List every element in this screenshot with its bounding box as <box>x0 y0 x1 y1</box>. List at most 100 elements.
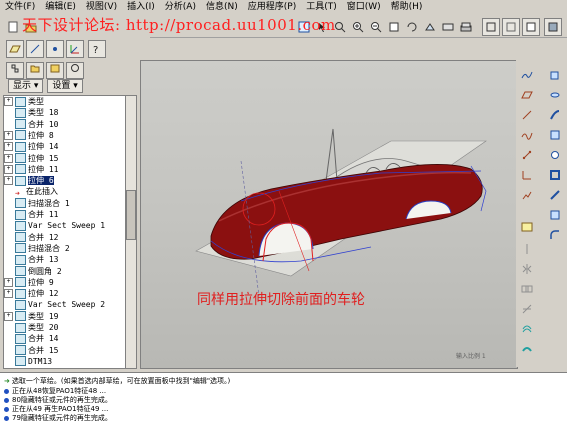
shell-icon[interactable] <box>546 166 564 184</box>
tab-history[interactable] <box>66 62 84 79</box>
blend-icon[interactable] <box>546 126 564 144</box>
zoom-in-icon[interactable] <box>349 18 367 36</box>
expand-toggle-icon[interactable]: + <box>4 311 13 321</box>
expand-toggle-icon[interactable]: + <box>4 130 13 140</box>
new-file-icon[interactable] <box>4 18 22 36</box>
feature-icon <box>15 299 26 310</box>
layers-icon[interactable] <box>457 18 475 36</box>
csys-tool-icon[interactable] <box>518 166 536 184</box>
no-hidden-icon[interactable] <box>522 18 540 36</box>
tree-item[interactable]: ➜ 在此插入 <box>4 186 124 198</box>
expand-toggle-icon[interactable]: + <box>4 153 13 163</box>
sweep-icon[interactable] <box>546 106 564 124</box>
tree-item-label: 合并 11 <box>28 210 59 219</box>
wireframe-icon[interactable] <box>482 18 500 36</box>
menu-applications[interactable]: 应用程序(P) <box>243 0 301 15</box>
tree-item[interactable]: 合并 11 <box>4 209 124 221</box>
tree-item-label: 合并 15 <box>28 345 59 355</box>
tab-folder-browser[interactable] <box>26 62 44 79</box>
datum-plane-icon[interactable] <box>6 40 24 58</box>
refit-icon[interactable] <box>403 18 421 36</box>
expand-toggle-icon[interactable]: + <box>4 142 13 152</box>
tree-item[interactable]: + 类型 <box>4 96 124 108</box>
menu-info[interactable]: 信息(N) <box>201 0 243 15</box>
axis-tool-icon[interactable] <box>518 106 536 124</box>
extrude-icon[interactable] <box>546 66 564 84</box>
tree-item[interactable]: Var Sect Sweep 2 <box>4 299 124 311</box>
hole-icon[interactable] <box>546 146 564 164</box>
point-tool-icon[interactable] <box>518 146 536 164</box>
divider-line-icon <box>518 240 536 258</box>
trim-icon[interactable] <box>518 300 536 318</box>
tree-item-label: 拉伸 14 <box>28 142 59 152</box>
tree-item[interactable]: + 拉伸 15 <box>4 153 124 165</box>
shading-icon[interactable] <box>544 18 562 36</box>
draft-icon[interactable] <box>546 206 564 224</box>
tree-item[interactable]: + 拉伸 9 <box>4 277 124 289</box>
expand-toggle-icon[interactable]: + <box>4 164 13 174</box>
thicken-icon[interactable] <box>518 340 536 358</box>
insert-here-arrow-icon: ➜ <box>15 188 20 198</box>
offset-icon[interactable] <box>518 320 536 338</box>
tree-item[interactable]: + 拉伸 12 <box>4 288 124 300</box>
analysis-tool-icon[interactable] <box>518 186 536 204</box>
merge-icon[interactable] <box>518 280 536 298</box>
menu-file[interactable]: 文件(F) <box>0 0 40 15</box>
tree-item[interactable]: + 拉伸 14 <box>4 141 124 153</box>
tree-item[interactable]: + 类型 19 <box>4 311 124 323</box>
datum-point-icon[interactable] <box>46 40 64 58</box>
menu-edit[interactable]: 编辑(E) <box>40 0 81 15</box>
tab-favorites[interactable] <box>46 62 64 79</box>
settings-dropdown[interactable]: 设置 ▾ <box>47 79 83 93</box>
rib-icon[interactable] <box>546 186 564 204</box>
menu-bar: 文件(F) 编辑(E) 视图(V) 插入(I) 分析(A) 信息(N) 应用程序… <box>0 0 567 15</box>
scrollbar-thumb[interactable] <box>126 190 136 240</box>
tree-item[interactable]: 扫描混合 1 <box>4 198 124 210</box>
sketch-tool-icon[interactable] <box>518 66 536 84</box>
tree-item[interactable]: Var Sect Sweep 1 <box>4 220 124 232</box>
menu-insert[interactable]: 插入(I) <box>122 0 160 15</box>
menu-window[interactable]: 窗口(W) <box>342 0 386 15</box>
tab-model-tree[interactable] <box>6 62 24 79</box>
tree-item[interactable]: 扫描混合 2 <box>4 243 124 255</box>
tree-item[interactable]: + 拉伸 11 <box>4 164 124 176</box>
graphics-window[interactable]: 同样用拉伸切除前面的车轮 输入比例 1 <box>140 60 518 369</box>
expand-toggle-icon[interactable]: + <box>4 289 13 299</box>
display-dropdown[interactable]: 显示 ▾ <box>8 79 44 93</box>
tree-item[interactable]: 合并 12 <box>4 232 124 244</box>
expand-toggle-icon[interactable]: + <box>4 176 13 186</box>
expand-toggle-icon[interactable]: + <box>4 277 13 287</box>
tree-item[interactable]: 合并 14 <box>4 333 124 345</box>
curve-tool-icon[interactable] <box>518 126 536 144</box>
menu-analysis[interactable]: 分析(A) <box>160 0 201 15</box>
feature-icon <box>15 141 26 152</box>
tree-item[interactable]: 合并 10 <box>4 119 124 131</box>
tree-item[interactable]: + 拉伸 8 <box>4 130 124 142</box>
zoom-out-icon[interactable] <box>367 18 385 36</box>
note-tool-icon[interactable] <box>518 218 536 236</box>
round-icon[interactable] <box>546 226 564 244</box>
expand-toggle-icon[interactable]: + <box>4 97 13 106</box>
tree-item[interactable]: 类型 18 <box>4 107 124 119</box>
saved-views-icon[interactable] <box>439 18 457 36</box>
orient-icon[interactable] <box>421 18 439 36</box>
tree-item[interactable]: DTM13 <box>4 356 124 368</box>
plane-tool-icon[interactable] <box>518 86 536 104</box>
feature-icon <box>15 254 26 265</box>
hidden-line-icon[interactable] <box>502 18 520 36</box>
menu-tools[interactable]: 工具(T) <box>301 0 342 15</box>
coordinate-system-icon[interactable] <box>66 40 84 58</box>
tree-item[interactable]: 合并 13 <box>4 254 124 266</box>
menu-help[interactable]: 帮助(H) <box>386 0 428 15</box>
mirror-icon[interactable] <box>518 260 536 278</box>
tree-item[interactable]: 倒圆角 2 <box>4 266 124 278</box>
tree-item[interactable]: 类型 20 <box>4 322 124 334</box>
revolve-icon[interactable] <box>546 86 564 104</box>
datum-axis-icon[interactable] <box>26 40 44 58</box>
tree-item[interactable]: + 拉伸 6 <box>4 175 124 187</box>
menu-view[interactable]: 视图(V) <box>81 0 122 15</box>
fit-view-icon[interactable] <box>385 18 403 36</box>
context-help-icon[interactable]: ? <box>88 40 106 58</box>
tree-item[interactable]: 合并 15 <box>4 345 124 357</box>
feature-icon <box>15 164 26 175</box>
